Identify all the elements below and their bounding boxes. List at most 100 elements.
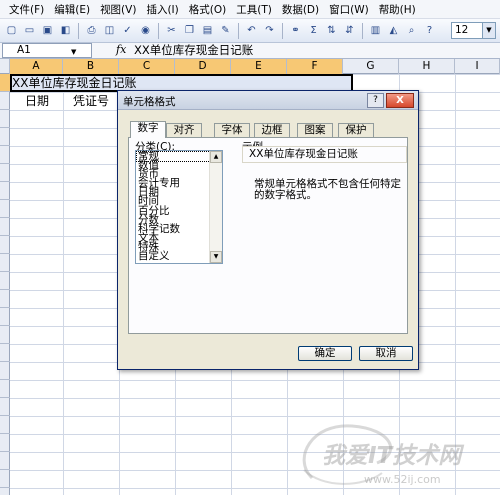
name-box[interactable]: A1 ▼ <box>2 43 92 58</box>
drawing-icon[interactable]: ◭ <box>385 22 402 39</box>
row-header[interactable] <box>0 182 10 200</box>
row-header[interactable] <box>0 146 10 164</box>
category-listbox[interactable]: 常规 数值 货币 会计专用 日期 时间 百分比 分数 科学记数 文本 特殊 自定… <box>135 150 223 264</box>
row-header[interactable] <box>0 308 10 326</box>
help-button[interactable]: ? <box>367 93 384 108</box>
row-header[interactable] <box>0 434 10 452</box>
row-headers <box>0 74 10 495</box>
column-header-a[interactable]: A <box>10 59 63 74</box>
cut-icon[interactable]: ✂ <box>163 22 180 39</box>
font-size-field[interactable]: 12 <box>451 22 483 39</box>
format-painter-icon[interactable]: ✎ <box>217 22 234 39</box>
row-header[interactable] <box>0 290 10 308</box>
column-header-i[interactable]: I <box>455 59 500 74</box>
open-icon[interactable]: ▭ <box>21 22 38 39</box>
menu-file[interactable]: 文件(F) <box>4 2 49 17</box>
scroll-up-icon[interactable]: ▲ <box>210 151 222 163</box>
dialog-title: 单元格格式 <box>123 96 176 108</box>
row-header[interactable] <box>0 164 10 182</box>
sample-value: XX单位库存现金日记账 <box>249 148 358 160</box>
row-header[interactable] <box>0 452 10 470</box>
tab-border[interactable]: 边框 <box>254 123 290 137</box>
tab-font[interactable]: 字体 <box>214 123 250 137</box>
menu-insert[interactable]: 插入(I) <box>141 2 183 17</box>
help-icon[interactable]: ? <box>421 22 438 39</box>
row-header[interactable] <box>0 128 10 146</box>
fx-icon[interactable]: fx <box>116 43 126 56</box>
chart-wizard-icon[interactable]: ▥ <box>367 22 384 39</box>
column-header-h[interactable]: H <box>399 59 455 74</box>
row-header[interactable] <box>0 416 10 434</box>
menu-tools[interactable]: 工具(T) <box>231 2 277 17</box>
row-header[interactable] <box>0 92 10 110</box>
hyperlink-icon[interactable]: ⚭ <box>287 22 304 39</box>
cancel-button[interactable]: 取消 <box>359 346 413 361</box>
undo-icon[interactable]: ↶ <box>243 22 260 39</box>
tab-patterns[interactable]: 图案 <box>297 123 333 137</box>
column-header-b[interactable]: B <box>63 59 119 74</box>
row-header[interactable] <box>0 326 10 344</box>
standard-toolbar: ▢ ▭ ▣ ◧ ⎙ ◫ ✓ ◉ ✂ ❐ ▤ ✎ ↶ ↷ ⚭ Σ ⇅ ⇵ ▥ ◭ … <box>0 19 500 43</box>
zoom-icon[interactable]: ⌕ <box>403 22 420 39</box>
watermark-url: www.52ij.com <box>364 473 441 486</box>
chevron-down-icon[interactable]: ▼ <box>71 46 76 59</box>
column-header-e[interactable]: E <box>231 59 287 74</box>
row-header[interactable] <box>0 200 10 218</box>
row-header[interactable] <box>0 470 10 488</box>
formula-input[interactable]: XX单位库存现金日记账 <box>134 43 253 58</box>
category-scrollbar[interactable]: ▲ ▼ <box>209 151 222 263</box>
sort-descending-icon[interactable]: ⇵ <box>341 22 358 39</box>
row-header[interactable] <box>0 74 10 92</box>
column-header-g[interactable]: G <box>343 59 399 74</box>
watermark-text: 我爱IT技术网 <box>322 443 462 469</box>
cell-a2[interactable]: 日期 <box>25 93 49 109</box>
menu-window[interactable]: 窗口(W) <box>324 2 374 17</box>
row-header[interactable] <box>0 236 10 254</box>
formula-bar: A1 ▼ fx XX单位库存现金日记账 <box>0 43 500 59</box>
column-header-d[interactable]: D <box>175 59 231 74</box>
format-description: 常规单元格格式不包含任何特定的数字格式。 <box>254 178 401 201</box>
toolbar-separator <box>362 22 363 39</box>
row-header[interactable] <box>0 362 10 380</box>
toolbar-separator <box>238 22 239 39</box>
dialog-title-bar[interactable]: 单元格格式 ? X <box>118 91 418 110</box>
new-icon[interactable]: ▢ <box>3 22 20 39</box>
row-header[interactable] <box>0 344 10 362</box>
column-header-c[interactable]: C <box>119 59 175 74</box>
sort-ascending-icon[interactable]: ⇅ <box>323 22 340 39</box>
chevron-down-icon[interactable]: ▼ <box>483 22 496 39</box>
research-icon[interactable]: ◉ <box>137 22 154 39</box>
row-header[interactable] <box>0 218 10 236</box>
print-icon[interactable]: ⎙ <box>83 22 100 39</box>
menu-format[interactable]: 格式(O) <box>184 2 231 17</box>
tab-alignment[interactable]: 对齐 <box>166 123 202 137</box>
menu-view[interactable]: 视图(V) <box>95 2 141 17</box>
row-header[interactable] <box>0 272 10 290</box>
menu-edit[interactable]: 编辑(E) <box>49 2 95 17</box>
row-header[interactable] <box>0 380 10 398</box>
copy-icon[interactable]: ❐ <box>181 22 198 39</box>
row-header[interactable] <box>0 110 10 128</box>
menu-bar: 文件(F) 编辑(E) 视图(V) 插入(I) 格式(O) 工具(T) 数据(D… <box>0 0 500 19</box>
column-header-f[interactable]: F <box>287 59 343 74</box>
category-item-custom[interactable]: 自定义 <box>137 251 210 262</box>
redo-icon[interactable]: ↷ <box>261 22 278 39</box>
tab-protection[interactable]: 保护 <box>338 123 374 137</box>
paste-icon[interactable]: ▤ <box>199 22 216 39</box>
print-preview-icon[interactable]: ◫ <box>101 22 118 39</box>
close-button[interactable]: X <box>386 93 414 108</box>
tab-number[interactable]: 数字 <box>130 121 166 138</box>
autosum-icon[interactable]: Σ <box>305 22 322 39</box>
menu-help[interactable]: 帮助(H) <box>374 2 421 17</box>
select-all-corner[interactable] <box>0 59 10 74</box>
menu-data[interactable]: 数据(D) <box>277 2 324 17</box>
cell-a1[interactable]: XX单位库存现金日记账 <box>12 75 136 91</box>
row-header[interactable] <box>0 254 10 272</box>
permission-icon[interactable]: ◧ <box>57 22 74 39</box>
row-header[interactable] <box>0 398 10 416</box>
ok-button[interactable]: 确定 <box>298 346 352 361</box>
scroll-down-icon[interactable]: ▼ <box>210 251 222 263</box>
cell-b2[interactable]: 凭证号 <box>73 93 109 109</box>
spelling-icon[interactable]: ✓ <box>119 22 136 39</box>
save-icon[interactable]: ▣ <box>39 22 56 39</box>
